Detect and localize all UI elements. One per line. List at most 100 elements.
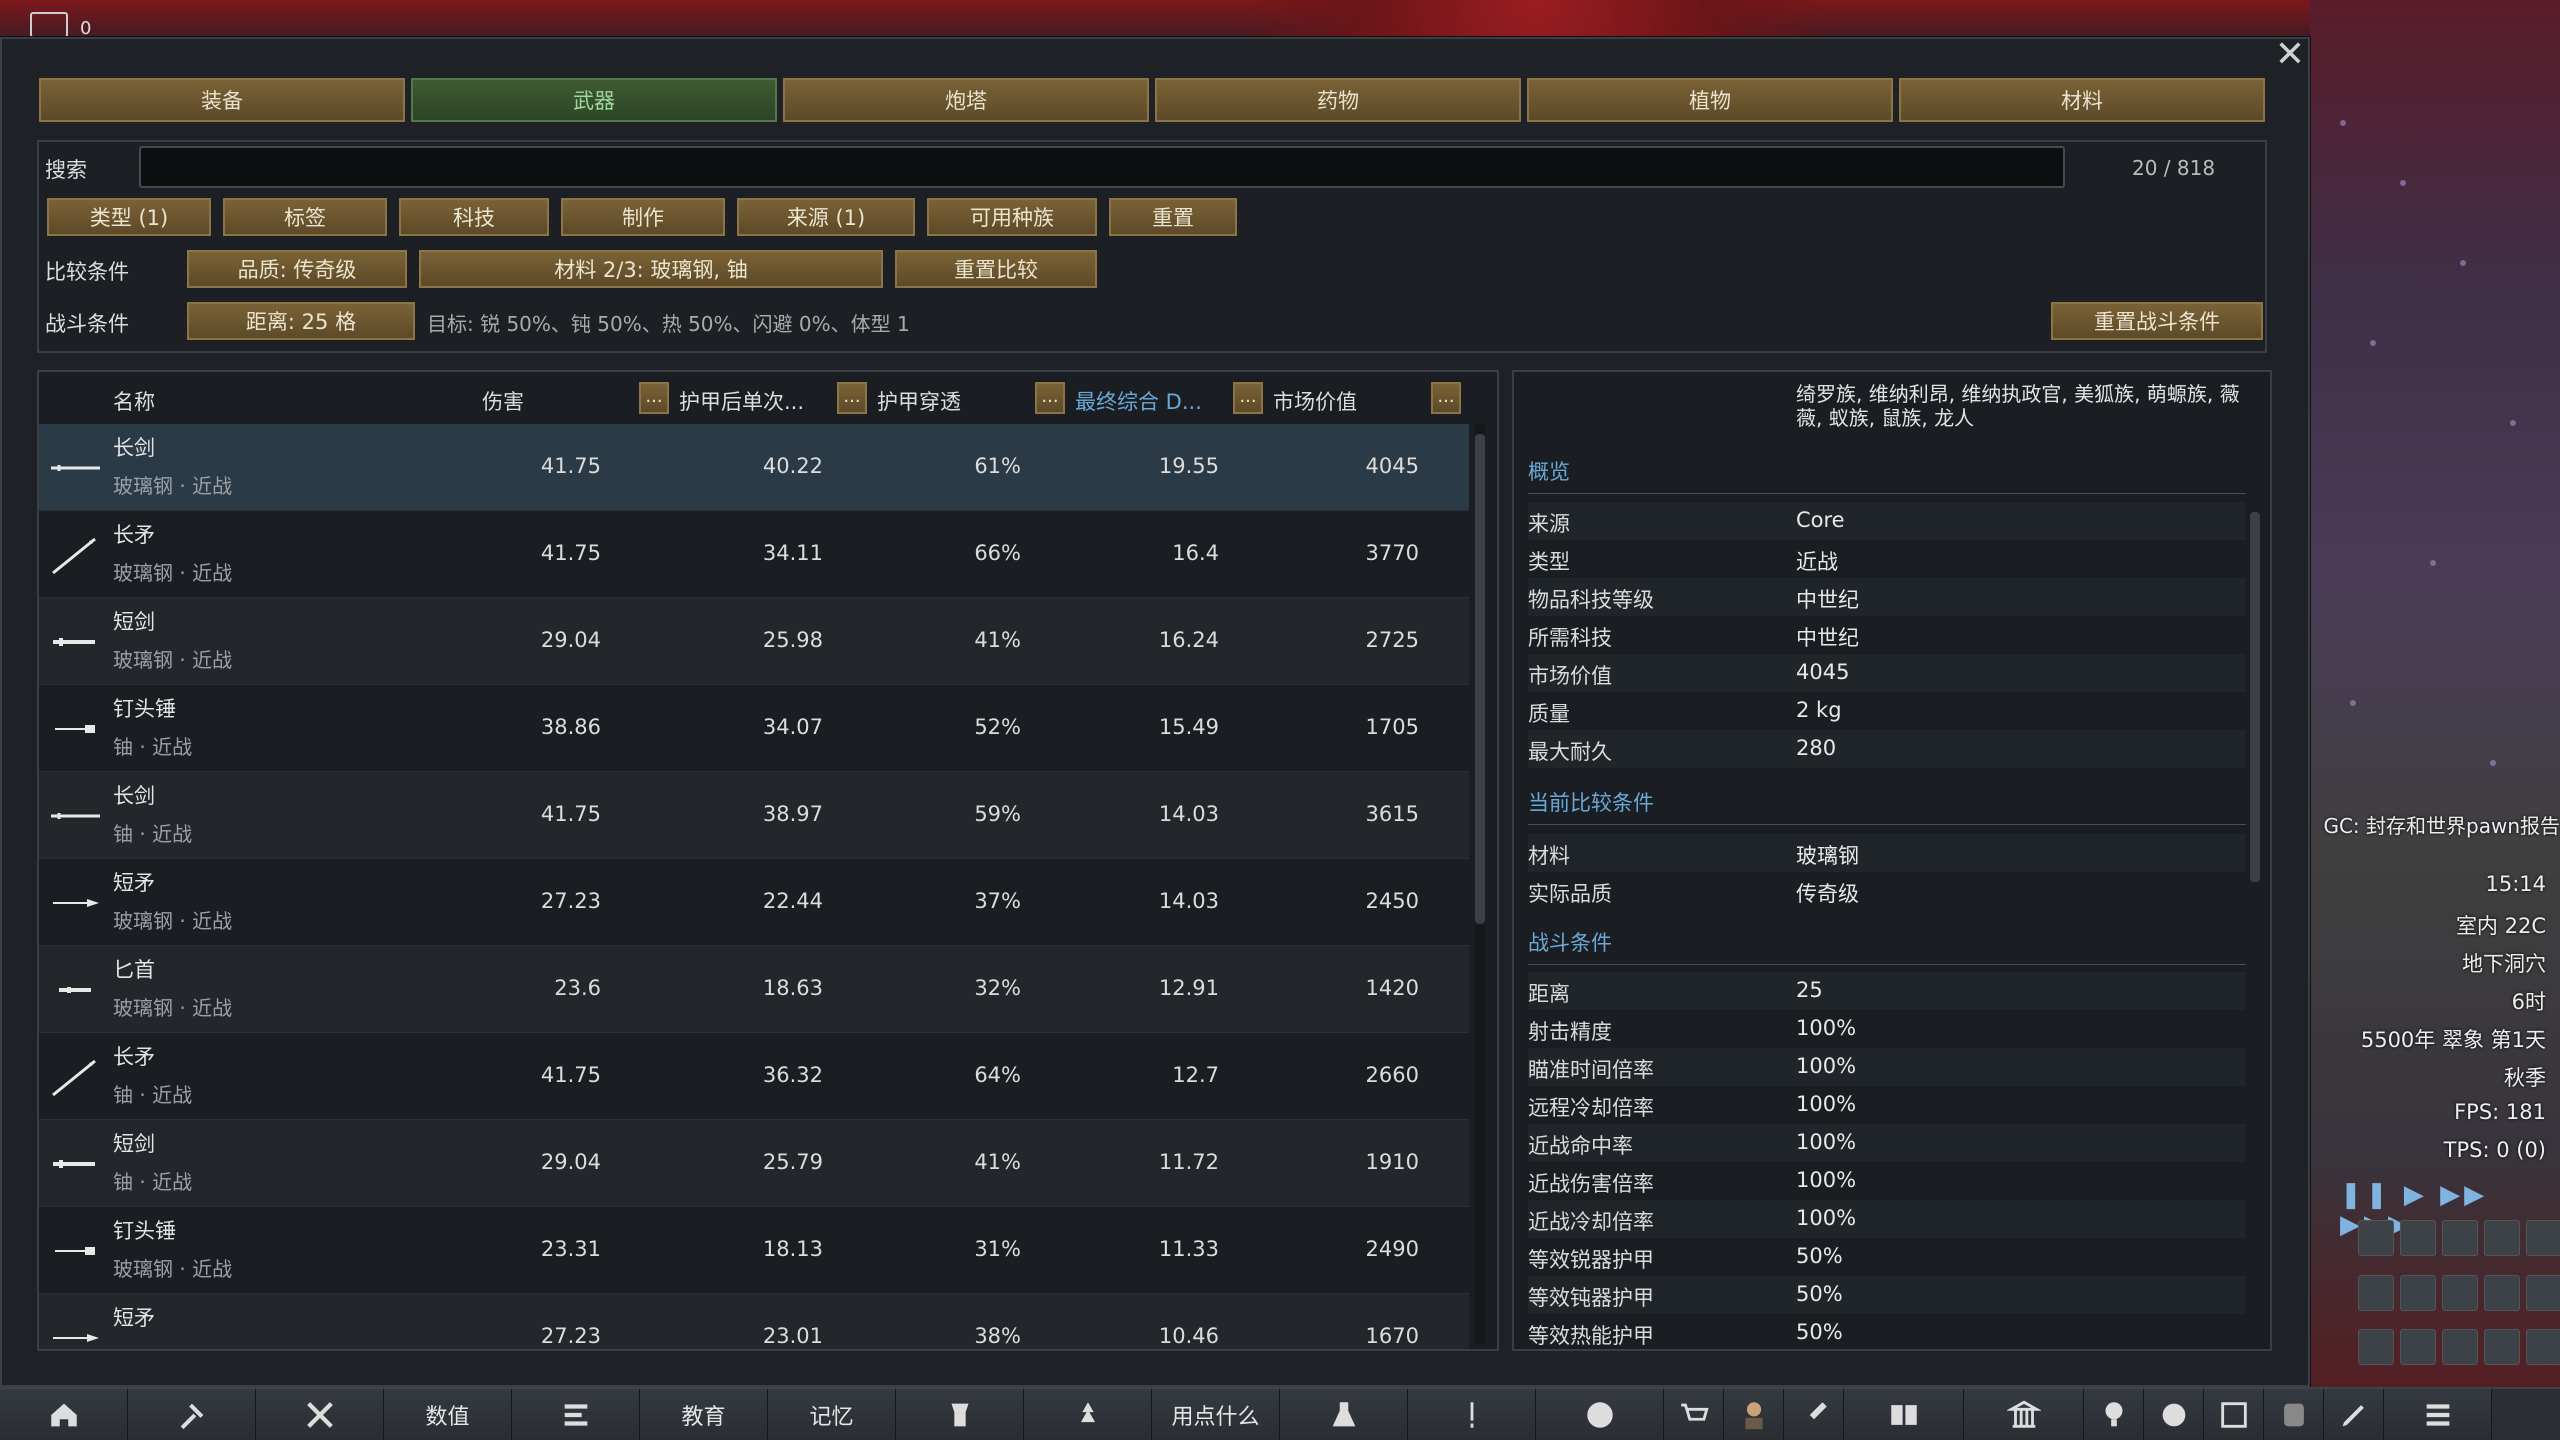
toggle-icon[interactable] <box>2526 1329 2560 1366</box>
table-row[interactable]: 长矛 玻璃钢 · 近战 41.75 34.11 66% 16.4 3770 <box>39 511 1469 598</box>
reset-compare-button[interactable]: 重置比较 <box>895 250 1097 288</box>
detail-row: 等效锐器护甲 50% <box>1528 1238 2246 1276</box>
table-row[interactable]: 长剑铀 · 近战 41.75 38.97 59% 14.03 3615 <box>39 772 1469 859</box>
memory-tab[interactable]: 记忆 <box>768 1389 896 1440</box>
detail-value: 玻璃钢 <box>1796 844 1859 868</box>
armor-value: 36.32 <box>762 1063 823 1087</box>
animals-icon[interactable] <box>1024 1389 1152 1440</box>
tab-turrets[interactable]: 炮塔 <box>783 78 1149 122</box>
tab-apparel[interactable]: 装备 <box>39 78 405 122</box>
detail-key: 质量 <box>1528 702 1570 726</box>
apparel-icon[interactable] <box>896 1389 1024 1440</box>
table-row[interactable]: 长矛铀 · 近战 41.75 36.32 64% 12.7 2660 <box>39 1033 1469 1120</box>
what-to-use-tab[interactable]: 用点什么 <box>1152 1389 1280 1440</box>
reset-combat-button[interactable]: 重置战斗条件 <box>2051 302 2263 340</box>
search-input[interactable] <box>139 146 2065 188</box>
filter-tags-button[interactable]: 标签 <box>223 198 387 236</box>
toggle-icon[interactable] <box>2358 1274 2394 1311</box>
col-name[interactable]: 名称 <box>113 386 155 416</box>
tab-weapons[interactable]: 武器 <box>411 78 777 122</box>
table-scrollbar-thumb[interactable] <box>1475 434 1485 924</box>
material-button[interactable]: 材料 2/3: 玻璃钢, 铀 <box>419 250 883 288</box>
toggle-icon[interactable] <box>2400 1329 2436 1366</box>
col-pen-options[interactable]: ... <box>1035 382 1065 414</box>
education-tab[interactable]: 教育 <box>640 1389 768 1440</box>
alert-text[interactable]: GC: 封存和世界pawn报告 <box>2323 810 2560 839</box>
table-row[interactable]: 钉头锤 玻璃钢 · 近战 23.31 18.13 31% 11.33 2490 <box>39 1207 1469 1294</box>
toggle-icon[interactable] <box>2484 1329 2520 1366</box>
table-row[interactable]: 钉头锤铀 · 近战 38.86 34.07 52% 15.49 1705 <box>39 685 1469 772</box>
filter-race-button[interactable]: 可用种族 <box>927 198 1097 236</box>
weapon-material: 玻璃钢 · 近战 <box>113 996 233 1020</box>
toggle-icon[interactable] <box>2484 1220 2520 1256</box>
col-armor-options[interactable]: ... <box>837 382 867 414</box>
table-row[interactable]: 短矛 玻璃钢 · 近战 27.23 22.44 37% 14.03 2450 <box>39 859 1469 946</box>
pawn-icon[interactable] <box>1724 1389 1784 1440</box>
home-icon[interactable] <box>0 1389 128 1440</box>
col-final-options[interactable]: ... <box>1233 382 1263 414</box>
toggle-icon[interactable] <box>2526 1220 2560 1256</box>
table-row[interactable]: 短剑 玻璃钢 · 近战 29.04 25.98 41% 16.24 2725 <box>39 598 1469 685</box>
range-button[interactable]: 距离: 25 格 <box>187 302 415 340</box>
book-icon[interactable] <box>1844 1389 1964 1440</box>
toggle-icon[interactable] <box>2484 1274 2520 1311</box>
table-row[interactable]: 匕首 玻璃钢 · 近战 23.6 18.63 32% 12.91 1420 <box>39 946 1469 1033</box>
col-market-options[interactable]: ... <box>1431 382 1461 414</box>
detail-value: 50% <box>1796 1282 1843 1306</box>
filter-type-button[interactable]: 类型 (1) <box>47 198 211 236</box>
schedule-icon[interactable] <box>512 1389 640 1440</box>
ideology-icon[interactable] <box>2144 1389 2204 1440</box>
detail-key: 等效锐器护甲 <box>1528 1248 1654 1272</box>
work-icon[interactable] <box>256 1389 384 1440</box>
col-armor-single[interactable]: 护甲后单次... <box>679 386 804 416</box>
quests-icon[interactable] <box>2204 1389 2264 1440</box>
table-scrollbar[interactable] <box>1475 424 1485 1344</box>
world-icon[interactable] <box>1536 1389 1664 1440</box>
factions-icon[interactable] <box>1964 1389 2084 1440</box>
tab-drugs[interactable]: 药物 <box>1155 78 1521 122</box>
detail-scrollbar[interactable] <box>2250 512 2260 882</box>
trade-cart-icon[interactable] <box>1664 1389 1724 1440</box>
filter-panel: 搜索 20 / 818 类型 (1) 标签 科技 制作 来源 (1) 可用种族 … <box>37 140 2267 353</box>
col-damage-options[interactable]: ... <box>639 382 669 414</box>
architect-hammer-icon[interactable] <box>128 1389 256 1440</box>
colonist-bar-icon[interactable] <box>30 12 68 38</box>
menu-icon[interactable] <box>2384 1389 2492 1440</box>
edit-icon[interactable] <box>2324 1389 2384 1440</box>
toggle-icon[interactable] <box>2526 1274 2560 1311</box>
pause-icon[interactable]: ❚❚ <box>2340 1180 2392 1210</box>
rocket-icon[interactable] <box>1784 1389 1844 1440</box>
toggle-icon[interactable] <box>2442 1220 2478 1256</box>
alert-icon[interactable] <box>1408 1389 1536 1440</box>
weapon-name: 长剑 <box>113 784 155 808</box>
filter-craft-button[interactable]: 制作 <box>561 198 725 236</box>
table-row[interactable]: 短矛 27.23 23.01 38% 10.46 1670 <box>39 1294 1469 1349</box>
toggle-icon[interactable] <box>2442 1274 2478 1311</box>
ideas-bulb-icon[interactable] <box>2084 1389 2144 1440</box>
col-final-dps[interactable]: 最终综合 D... <box>1075 386 1202 416</box>
stats-tab[interactable]: 数值 <box>384 1389 512 1440</box>
detail-key: 等效热能护甲 <box>1528 1324 1654 1348</box>
filter-tech-button[interactable]: 科技 <box>399 198 549 236</box>
toggle-icon[interactable] <box>2442 1329 2478 1366</box>
toggle-icon[interactable] <box>2400 1274 2436 1311</box>
play-icon[interactable]: ▶ <box>2404 1180 2428 1210</box>
toggle-icon[interactable] <box>2400 1220 2436 1256</box>
fast-forward-icon[interactable]: ▶▶ <box>2440 1180 2488 1210</box>
table-row[interactable]: 长剑 玻璃钢 · 近战 41.75 40.22 61% 19.55 4045 <box>39 424 1469 511</box>
history-icon[interactable] <box>2264 1389 2324 1440</box>
table-row[interactable]: 短剑铀 · 近战 29.04 25.79 41% 11.72 1910 <box>39 1120 1469 1207</box>
close-icon[interactable]: ✕ <box>2272 37 2308 74</box>
filter-reset-button[interactable]: 重置 <box>1109 198 1237 236</box>
col-damage[interactable]: 伤害 <box>482 386 524 416</box>
toggle-icon[interactable] <box>2358 1220 2394 1256</box>
toggle-icon[interactable] <box>2358 1329 2394 1366</box>
col-penetration[interactable]: 护甲穿透 <box>877 386 961 416</box>
col-market-value[interactable]: 市场价值 <box>1273 386 1357 416</box>
armor-value: 34.11 <box>762 541 823 565</box>
quality-button[interactable]: 品质: 传奇级 <box>187 250 407 288</box>
tab-plants[interactable]: 植物 <box>1527 78 1893 122</box>
research-icon[interactable] <box>1280 1389 1408 1440</box>
filter-source-button[interactable]: 来源 (1) <box>737 198 915 236</box>
tab-materials[interactable]: 材料 <box>1899 78 2265 122</box>
